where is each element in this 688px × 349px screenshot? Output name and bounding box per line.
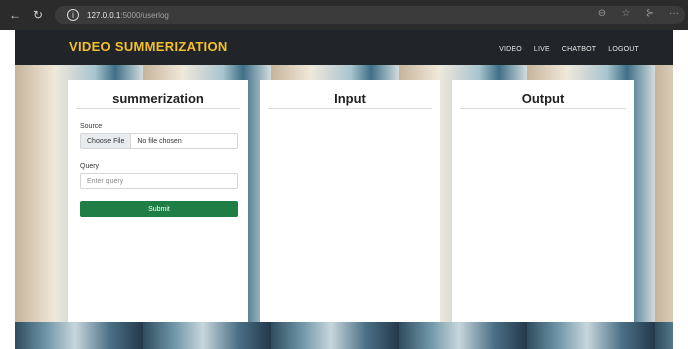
address-bar-actions: ⊖ ☆ ⊱ ··· xyxy=(595,8,681,19)
background-image-bottom xyxy=(15,322,673,349)
info-icon[interactable]: i xyxy=(67,9,79,21)
url-host: 127.0.0.1 xyxy=(87,10,121,20)
file-status-text: No file chosen xyxy=(137,137,182,145)
nav-link-video[interactable]: VIDEO xyxy=(499,46,522,53)
nav-link-logout[interactable]: LOGOUT xyxy=(608,46,639,53)
query-input[interactable] xyxy=(80,173,238,189)
url-path: :5000/userlog xyxy=(120,10,169,20)
nav-links: VIDEO LIVE CHATBOT LOGOUT xyxy=(499,46,639,53)
favorite-star-icon[interactable]: ☆ xyxy=(619,8,633,19)
nav-link-chatbot[interactable]: CHATBOT xyxy=(562,46,596,53)
zoom-icon[interactable]: ⊖ xyxy=(595,8,609,19)
source-label: Source xyxy=(80,123,103,130)
reload-icon[interactable]: ↻ xyxy=(28,8,48,22)
query-label: Query xyxy=(80,163,100,170)
back-arrow-icon[interactable]: ← xyxy=(5,8,25,22)
divider xyxy=(268,108,432,109)
choose-file-button[interactable]: Choose File xyxy=(81,134,132,148)
input-card: Input xyxy=(260,80,440,322)
summerization-card: summerization Source Choose File No file… xyxy=(68,80,248,322)
divider xyxy=(76,108,240,109)
app-navbar: VIDEO SUMMERIZATION VIDEO LIVE CHATBOT L… xyxy=(15,30,673,65)
divider xyxy=(460,108,626,109)
favorites-bar-icon[interactable]: ⊱ xyxy=(643,8,657,19)
input-title: Input xyxy=(334,91,366,106)
output-title: Output xyxy=(521,91,565,106)
browser-toolbar: ← ↻ i 127.0.0.1 :5000/userlog ⊖ ☆ ⊱ ··· xyxy=(0,0,688,30)
summerization-title: summerization xyxy=(112,91,204,106)
nav-link-live[interactable]: LIVE xyxy=(534,46,550,53)
brand-title[interactable]: VIDEO SUMMERIZATION xyxy=(69,39,228,54)
more-options-icon[interactable]: ··· xyxy=(667,8,681,19)
output-card: Output xyxy=(452,80,634,322)
address-bar[interactable]: i 127.0.0.1 :5000/userlog ⊖ ☆ ⊱ ··· xyxy=(55,6,685,24)
source-file-input[interactable]: Choose File No file chosen xyxy=(80,133,238,149)
submit-button[interactable]: Submit xyxy=(80,201,238,217)
